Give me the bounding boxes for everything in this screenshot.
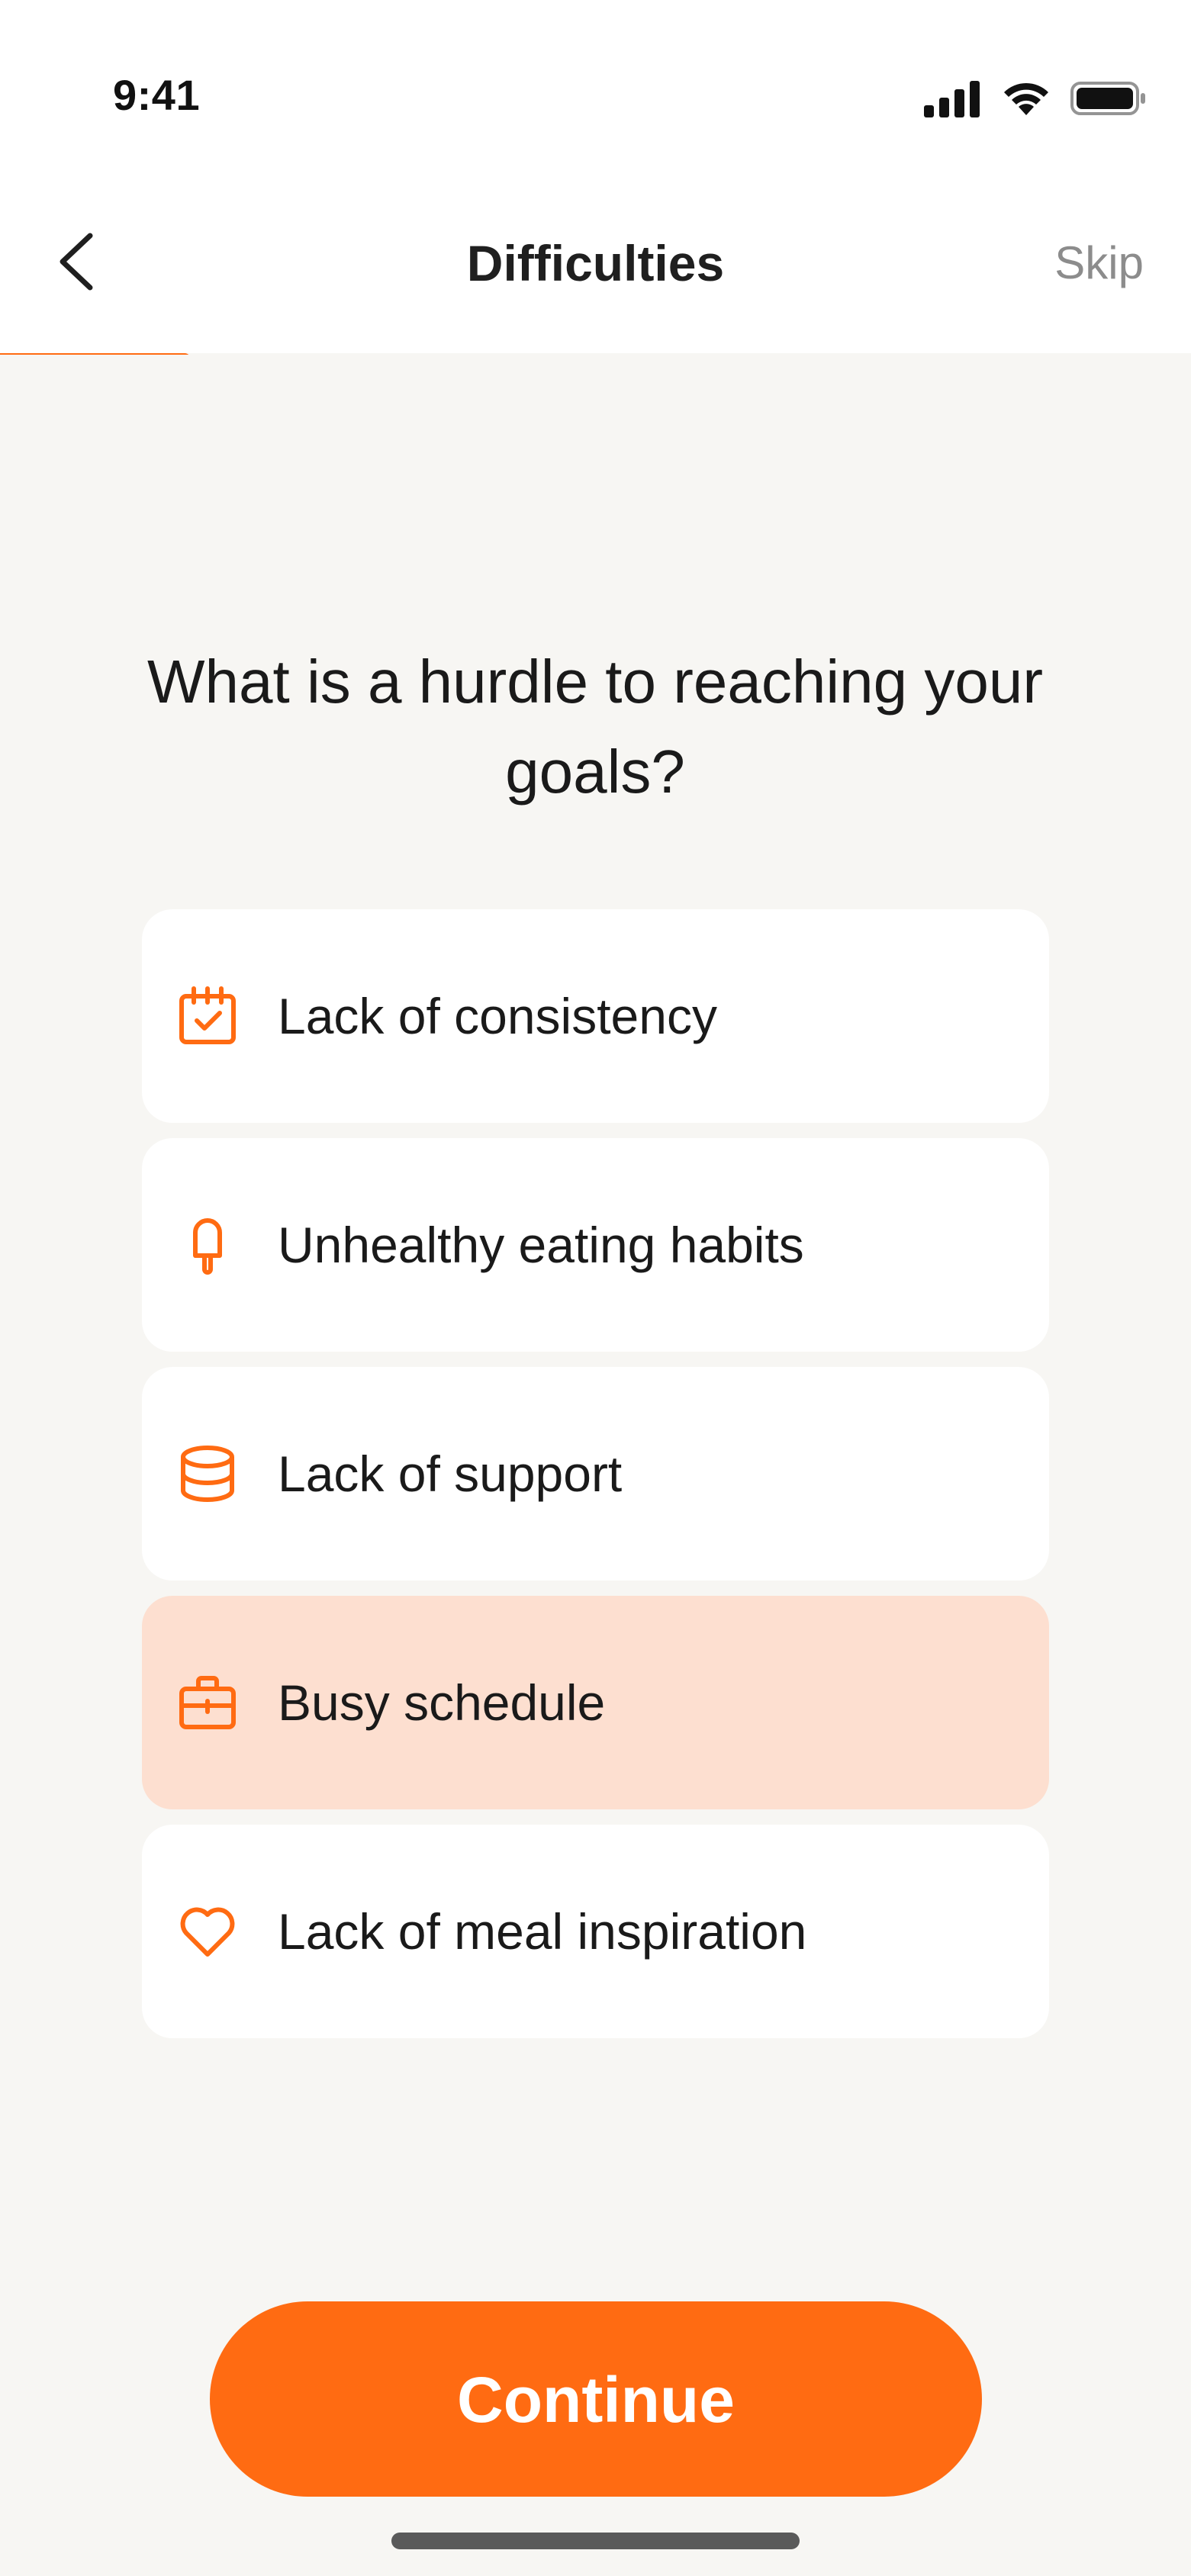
- page-title: Difficulties: [466, 235, 725, 291]
- option-label: Lack of meal inspiration: [278, 1903, 807, 1960]
- options-list: Lack of consistency Unhealthy eating hab…: [142, 909, 1049, 2053]
- nav-bar: Difficulties Skip: [0, 168, 1191, 355]
- heart-icon: [177, 1901, 238, 1962]
- option-lack-of-support[interactable]: Lack of support: [142, 1367, 1049, 1581]
- calendar-check-icon: [177, 986, 238, 1047]
- status-time: 9:41: [113, 71, 201, 119]
- status-icons: [924, 79, 1147, 121]
- status-bar: 9:41: [0, 0, 1191, 168]
- question-text: What is a hurdle to reaching your goals?: [147, 648, 1043, 806]
- option-label: Lack of consistency: [278, 988, 717, 1044]
- option-lack-of-meal-inspiration[interactable]: Lack of meal inspiration: [142, 1825, 1049, 2038]
- database-icon: [177, 1443, 238, 1504]
- option-lack-of-consistency[interactable]: Lack of consistency: [142, 909, 1049, 1123]
- skip-button[interactable]: Skip: [1054, 214, 1144, 313]
- wifi-icon: [1002, 80, 1051, 121]
- option-label: Busy schedule: [278, 1674, 606, 1731]
- option-label: Lack of support: [278, 1446, 623, 1502]
- option-busy-schedule[interactable]: Busy schedule: [142, 1596, 1049, 1809]
- option-label: Unhealthy eating habits: [278, 1217, 804, 1273]
- main-content: What is a hurdle to reaching your goals?…: [0, 355, 1191, 2576]
- home-indicator: [391, 2533, 800, 2549]
- cellular-signal-icon: [924, 79, 982, 121]
- continue-button[interactable]: Continue: [210, 2301, 982, 2497]
- battery-icon: [1070, 80, 1147, 121]
- briefcase-icon: [177, 1672, 238, 1733]
- option-unhealthy-eating-habits[interactable]: Unhealthy eating habits: [142, 1138, 1049, 1352]
- popsicle-icon: [177, 1214, 238, 1275]
